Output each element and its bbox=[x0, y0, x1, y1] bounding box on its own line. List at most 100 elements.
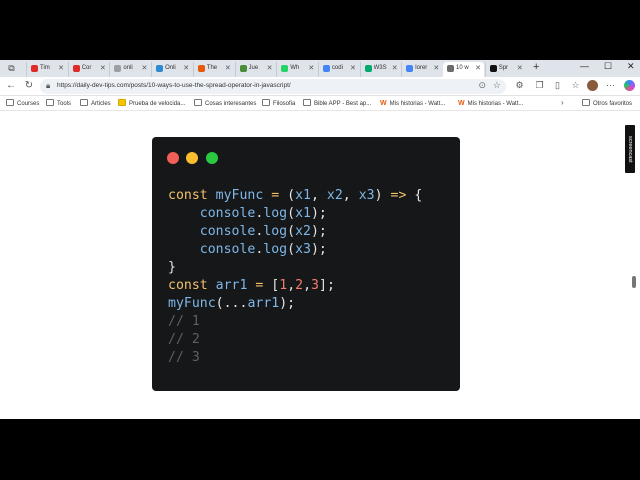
code-block: const myFunc = (x1, x2, x3) => { console… bbox=[168, 187, 422, 367]
tab-2[interactable]: onli ✕ bbox=[109, 62, 150, 77]
tab-label: lorer bbox=[415, 65, 428, 71]
tab-7[interactable]: codi ✕ bbox=[317, 62, 359, 77]
bookmark-item[interactable]: Cosas interesantes bbox=[194, 98, 256, 110]
close-tab-icon[interactable]: ✕ bbox=[142, 62, 148, 75]
close-tab-icon[interactable]: ✕ bbox=[183, 62, 189, 75]
bookmarks-bar: Courses Tools Articles Prueba de velocida..… bbox=[0, 97, 640, 111]
favorites-icon[interactable]: ☆ bbox=[570, 80, 581, 91]
maximize-icon[interactable]: ☐ bbox=[604, 61, 612, 72]
extensions-icon[interactable]: ⚙ bbox=[514, 80, 525, 91]
bookmark-item[interactable]: Filosofia bbox=[262, 98, 295, 110]
scrollbar-thumb[interactable] bbox=[632, 276, 636, 288]
code-line: const arr1 = [1,2,3]; bbox=[168, 278, 335, 293]
url-text[interactable]: https://daily-dev-tips.com/posts/10-ways… bbox=[57, 82, 291, 89]
bookmark-label: Bible APP - Best ap... bbox=[314, 101, 372, 107]
tab-4[interactable]: The ✕ bbox=[192, 62, 234, 77]
new-tab-button[interactable]: + bbox=[533, 61, 539, 73]
refresh-icon[interactable]: ↻ bbox=[23, 80, 35, 92]
code-line: myFunc(...arr1); bbox=[168, 296, 296, 311]
close-tab-icon[interactable]: ✕ bbox=[350, 62, 356, 75]
tab-label: onli bbox=[123, 65, 133, 71]
close-tab-icon[interactable]: ✕ bbox=[58, 62, 64, 75]
youtube-icon bbox=[72, 65, 80, 72]
close-tab-icon[interactable]: ✕ bbox=[475, 62, 481, 75]
speedtest-icon bbox=[118, 99, 126, 106]
bookmark-item[interactable]: W Mis historias - Watt... bbox=[458, 98, 523, 110]
workspaces-icon[interactable]: ⧉ bbox=[6, 63, 17, 74]
screen: ⧉ Tim ✕ Cor ✕ onli ✕ Onli ✕ The ✕ Jue ✕ Wh ✕ codi ✕ W3S ✕… bbox=[0, 0, 640, 480]
tab-label: Onli bbox=[165, 65, 176, 71]
close-tab-icon[interactable]: ✕ bbox=[267, 62, 273, 75]
more-menu-icon[interactable]: ⋯ bbox=[605, 80, 616, 91]
bookmark-item[interactable]: Courses bbox=[6, 98, 39, 110]
bookmark-item[interactable]: Articles bbox=[80, 98, 111, 110]
tab-6[interactable]: Wh ✕ bbox=[276, 62, 317, 77]
close-tab-icon[interactable]: ✕ bbox=[100, 62, 106, 75]
bookmark-label: Otros favoritos bbox=[593, 101, 633, 107]
bookmark-label: Filosofia bbox=[273, 101, 296, 107]
page-content: const myFunc = (x1, x2, x3) => { console… bbox=[0, 112, 640, 419]
site-info-icon[interactable]: ⊙ bbox=[478, 80, 486, 91]
copilot-icon[interactable] bbox=[624, 80, 635, 91]
bookmark-item[interactable]: Bible APP - Best ap... bbox=[303, 98, 371, 110]
bookmark-label: Prueba de velocida... bbox=[129, 101, 186, 107]
bookmark-item[interactable]: Prueba de velocida... bbox=[118, 98, 185, 110]
tab-8[interactable]: W3S ✕ bbox=[359, 62, 401, 77]
tab-3[interactable]: Onli ✕ bbox=[151, 62, 192, 77]
wattpad-icon: W bbox=[458, 100, 465, 107]
favorite-star-icon[interactable]: ☆ bbox=[493, 80, 501, 91]
bookmark-label: Articles bbox=[91, 101, 111, 107]
bookmark-label: Cosas interesantes bbox=[205, 101, 257, 107]
medium-icon bbox=[489, 65, 497, 72]
folder-icon bbox=[80, 99, 88, 106]
tab-5[interactable]: Jue ✕ bbox=[234, 62, 276, 77]
screencast-badge[interactable]: screencast bbox=[625, 125, 635, 173]
address-bar[interactable]: 🔒︎ https://daily-dev-tips.com/posts/10-w… bbox=[40, 79, 506, 94]
code-line: // 3 bbox=[168, 350, 200, 365]
globe-icon bbox=[114, 65, 122, 72]
close-tab-icon[interactable]: ✕ bbox=[517, 62, 523, 75]
close-tab-icon[interactable]: ✕ bbox=[225, 62, 231, 75]
wattpad-icon: W bbox=[380, 100, 387, 107]
tab-label: Spr bbox=[498, 65, 509, 71]
folder-icon bbox=[303, 99, 311, 106]
tab-label: W3S bbox=[373, 65, 387, 71]
close-window-icon[interactable]: ✕ bbox=[627, 61, 635, 72]
browser-window: ⧉ Tim ✕ Cor ✕ onli ✕ Onli ✕ The ✕ Jue ✕ Wh ✕ codi ✕ W3S ✕… bbox=[0, 60, 640, 419]
tab-label: Cor bbox=[81, 65, 92, 71]
collections-icon[interactable]: ❐ bbox=[534, 80, 545, 91]
tab-11[interactable]: Spr ✕ bbox=[484, 62, 526, 77]
tab-label: The bbox=[206, 65, 218, 71]
google-icon bbox=[322, 65, 330, 72]
bookmark-label: Courses bbox=[17, 101, 40, 107]
minimize-icon[interactable]: — bbox=[580, 61, 589, 71]
address-toolbar: ← ↻ 🔒︎ https://daily-dev-tips.com/posts/… bbox=[0, 77, 640, 96]
close-tab-icon[interactable]: ✕ bbox=[308, 62, 314, 75]
back-icon[interactable]: ← bbox=[5, 80, 17, 92]
tab-strip: ⧉ Tim ✕ Cor ✕ onli ✕ Onli ✕ The ✕ Jue ✕ Wh ✕ codi ✕ W3S ✕… bbox=[0, 60, 640, 77]
tab-1[interactable]: Cor ✕ bbox=[67, 62, 109, 77]
tab-label: 10 w bbox=[456, 65, 469, 71]
folder-icon bbox=[262, 99, 270, 106]
red-dot-icon bbox=[167, 152, 179, 164]
close-tab-icon[interactable]: ✕ bbox=[392, 62, 398, 75]
tab-0[interactable]: Tim ✕ bbox=[26, 62, 67, 77]
code-line: console.log(x2); bbox=[199, 224, 327, 239]
avatar[interactable] bbox=[587, 80, 598, 91]
lock-icon[interactable]: 🔒︎ bbox=[46, 81, 50, 91]
folder-icon bbox=[6, 99, 14, 106]
chevron-right-icon[interactable]: › bbox=[561, 98, 564, 107]
tab-label: Wh bbox=[290, 65, 300, 71]
bookmark-item[interactable]: Otros favoritos bbox=[582, 98, 632, 110]
close-tab-icon[interactable]: ✕ bbox=[433, 62, 439, 75]
split-screen-icon[interactable]: ▯ bbox=[552, 80, 563, 91]
app-icon bbox=[156, 65, 164, 72]
code-snippet-card: const myFunc = (x1, x2, x3) => { console… bbox=[152, 137, 460, 391]
bookmark-item[interactable]: Tools bbox=[46, 98, 71, 110]
tab-9[interactable]: lorer ✕ bbox=[401, 62, 442, 77]
google-icon bbox=[406, 65, 414, 72]
code-icon bbox=[447, 65, 454, 72]
youtube-icon bbox=[31, 65, 38, 72]
bookmark-item[interactable]: W Mis historias - Watt... bbox=[380, 98, 445, 110]
tab-10[interactable]: 10 w ✕ bbox=[443, 62, 484, 77]
